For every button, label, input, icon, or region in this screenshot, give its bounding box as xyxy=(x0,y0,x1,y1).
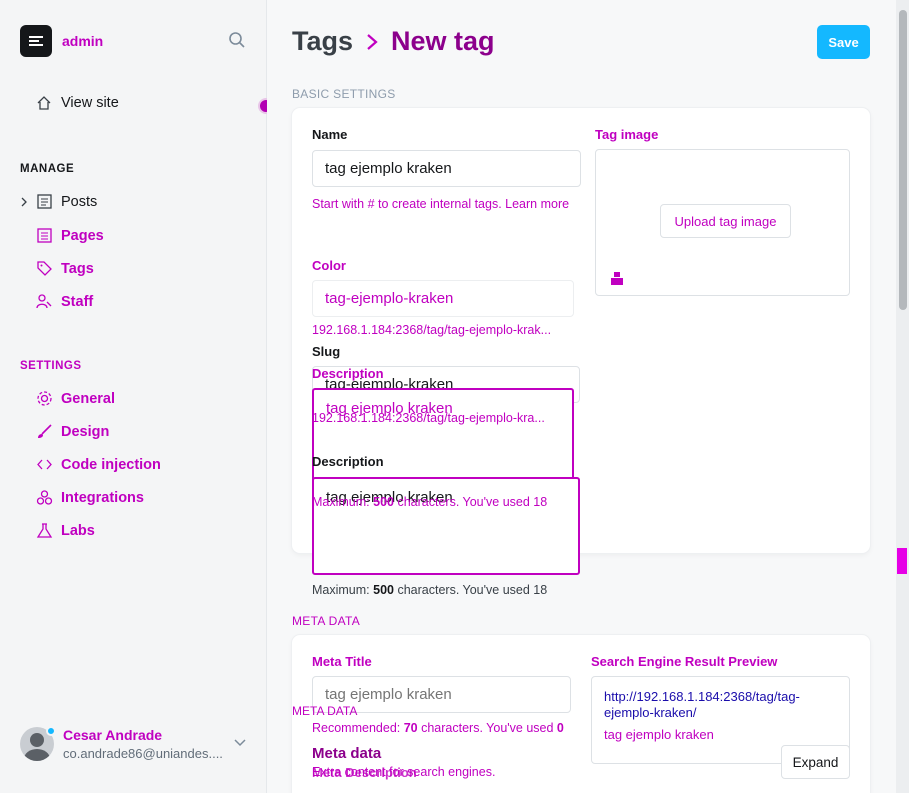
tag-image-label: Tag image xyxy=(595,127,659,142)
sidebar-item-integrations[interactable]: Integrations xyxy=(36,489,144,506)
chevron-right-icon[interactable] xyxy=(20,196,28,208)
meta-title-help: Recommended: 70 characters. You've used … xyxy=(312,721,564,735)
meta-data-overlay-title: Meta data xyxy=(312,745,382,762)
expand-button[interactable]: Expand xyxy=(781,745,850,779)
sidebar-item-label: Labs xyxy=(61,522,95,539)
sidebar-item-general[interactable]: General xyxy=(36,390,115,407)
user-email: co.andrade86@uniandes.... xyxy=(63,746,223,761)
name-input[interactable] xyxy=(312,150,581,187)
sidebar-item-tags[interactable]: Tags xyxy=(36,260,94,277)
breadcrumb: Tags New tag xyxy=(292,26,495,57)
meta-data-overlay-label: META DATA xyxy=(292,704,358,718)
description-textarea[interactable]: tag ejemplo kraken xyxy=(312,477,580,575)
sidebar-item-label: Design xyxy=(61,423,110,440)
slug-label: Slug xyxy=(312,344,341,359)
sidebar-item-label: Pages xyxy=(61,227,104,244)
search-icon[interactable] xyxy=(228,31,246,49)
meta-data-label: META DATA xyxy=(292,614,361,628)
view-site-label: View site xyxy=(61,95,119,111)
description-overlay-textarea[interactable]: tag ejemplo kraken xyxy=(312,388,574,486)
sidebar-item-pages[interactable]: Pages xyxy=(36,227,104,244)
code-icon xyxy=(37,459,52,470)
save-button[interactable]: Save xyxy=(817,25,870,59)
posts-icon xyxy=(37,194,52,209)
sidebar-item-label: Integrations xyxy=(61,489,144,506)
tag-icon xyxy=(37,261,52,276)
upload-tag-image-button[interactable]: Upload tag image xyxy=(660,204,791,238)
view-site-link[interactable]: View site xyxy=(36,95,119,111)
sidebar-item-staff[interactable]: Staff xyxy=(36,293,93,310)
sidebar-item-label: Posts xyxy=(61,193,98,210)
color-label: Color xyxy=(312,258,346,273)
serp-title: tag ejemplo kraken xyxy=(604,727,714,742)
flask-icon xyxy=(36,523,53,538)
brand-name: admin xyxy=(62,33,104,49)
sidebar-item-design[interactable]: Design xyxy=(36,423,109,440)
integrations-icon xyxy=(36,490,53,505)
sidebar-item-code-injection[interactable]: Code injection xyxy=(36,456,161,473)
sidebar-item-label: Staff xyxy=(61,293,94,310)
scrollbar-thumb[interactable] xyxy=(899,10,907,310)
sidebar-item-label: Tags xyxy=(61,260,94,277)
sidebar-item-label: Code injection xyxy=(61,456,161,473)
brush-icon xyxy=(38,424,52,438)
pages-icon xyxy=(37,228,52,243)
name-help-text: Start with # to create internal tags. Le… xyxy=(312,197,570,211)
ghost-logo-icon xyxy=(20,25,52,57)
scroll-marker xyxy=(897,548,907,574)
basic-settings-label: BASIC SETTINGS xyxy=(292,87,396,101)
breadcrumb-tags-link[interactable]: Tags xyxy=(292,26,353,57)
meta-description-label: Meta Description xyxy=(312,765,417,780)
sidebar: admin View site MANAGE Posts Pages Tags … xyxy=(0,0,267,793)
name-label: Name xyxy=(312,127,348,142)
home-icon xyxy=(37,96,51,110)
slug-url-preview-2: 192.168.1.184:2368/tag/tag-ejemplo-kra..… xyxy=(312,411,545,425)
serp-url: http://192.168.1.184:2368/tag/tag-ejempl… xyxy=(604,689,800,720)
description-overlay-label: Description xyxy=(312,366,384,381)
serp-preview-label: Search Engine Result Preview xyxy=(591,654,778,669)
unsplash-icon[interactable] xyxy=(609,270,625,286)
settings-section-label: SETTINGS xyxy=(20,360,82,372)
description-help: Maximum: 500 characters. You've used 18 xyxy=(312,583,548,597)
slug-url-preview: 192.168.1.184:2368/tag/tag-ejemplo-krak.… xyxy=(312,323,552,337)
description-overlay-help: Maximum: 500 characters. You've used 18 xyxy=(312,495,548,509)
page-title: New tag xyxy=(391,26,495,56)
manage-section-label: MANAGE xyxy=(20,163,75,175)
staff-icon xyxy=(36,294,52,309)
status-dot xyxy=(46,726,56,736)
user-name: Cesar Andrade xyxy=(63,727,163,743)
meta-title-label: Meta Title xyxy=(312,654,372,669)
sidebar-item-posts[interactable]: Posts xyxy=(36,193,97,210)
chevron-down-icon[interactable] xyxy=(233,738,247,747)
chevron-right-icon xyxy=(367,33,378,50)
gear-icon xyxy=(37,391,52,406)
sidebar-item-labs[interactable]: Labs xyxy=(36,522,95,539)
sidebar-item-label: General xyxy=(61,390,115,407)
brand[interactable]: admin xyxy=(20,25,103,57)
color-input[interactable] xyxy=(312,280,574,317)
description-label: Description xyxy=(312,454,384,469)
